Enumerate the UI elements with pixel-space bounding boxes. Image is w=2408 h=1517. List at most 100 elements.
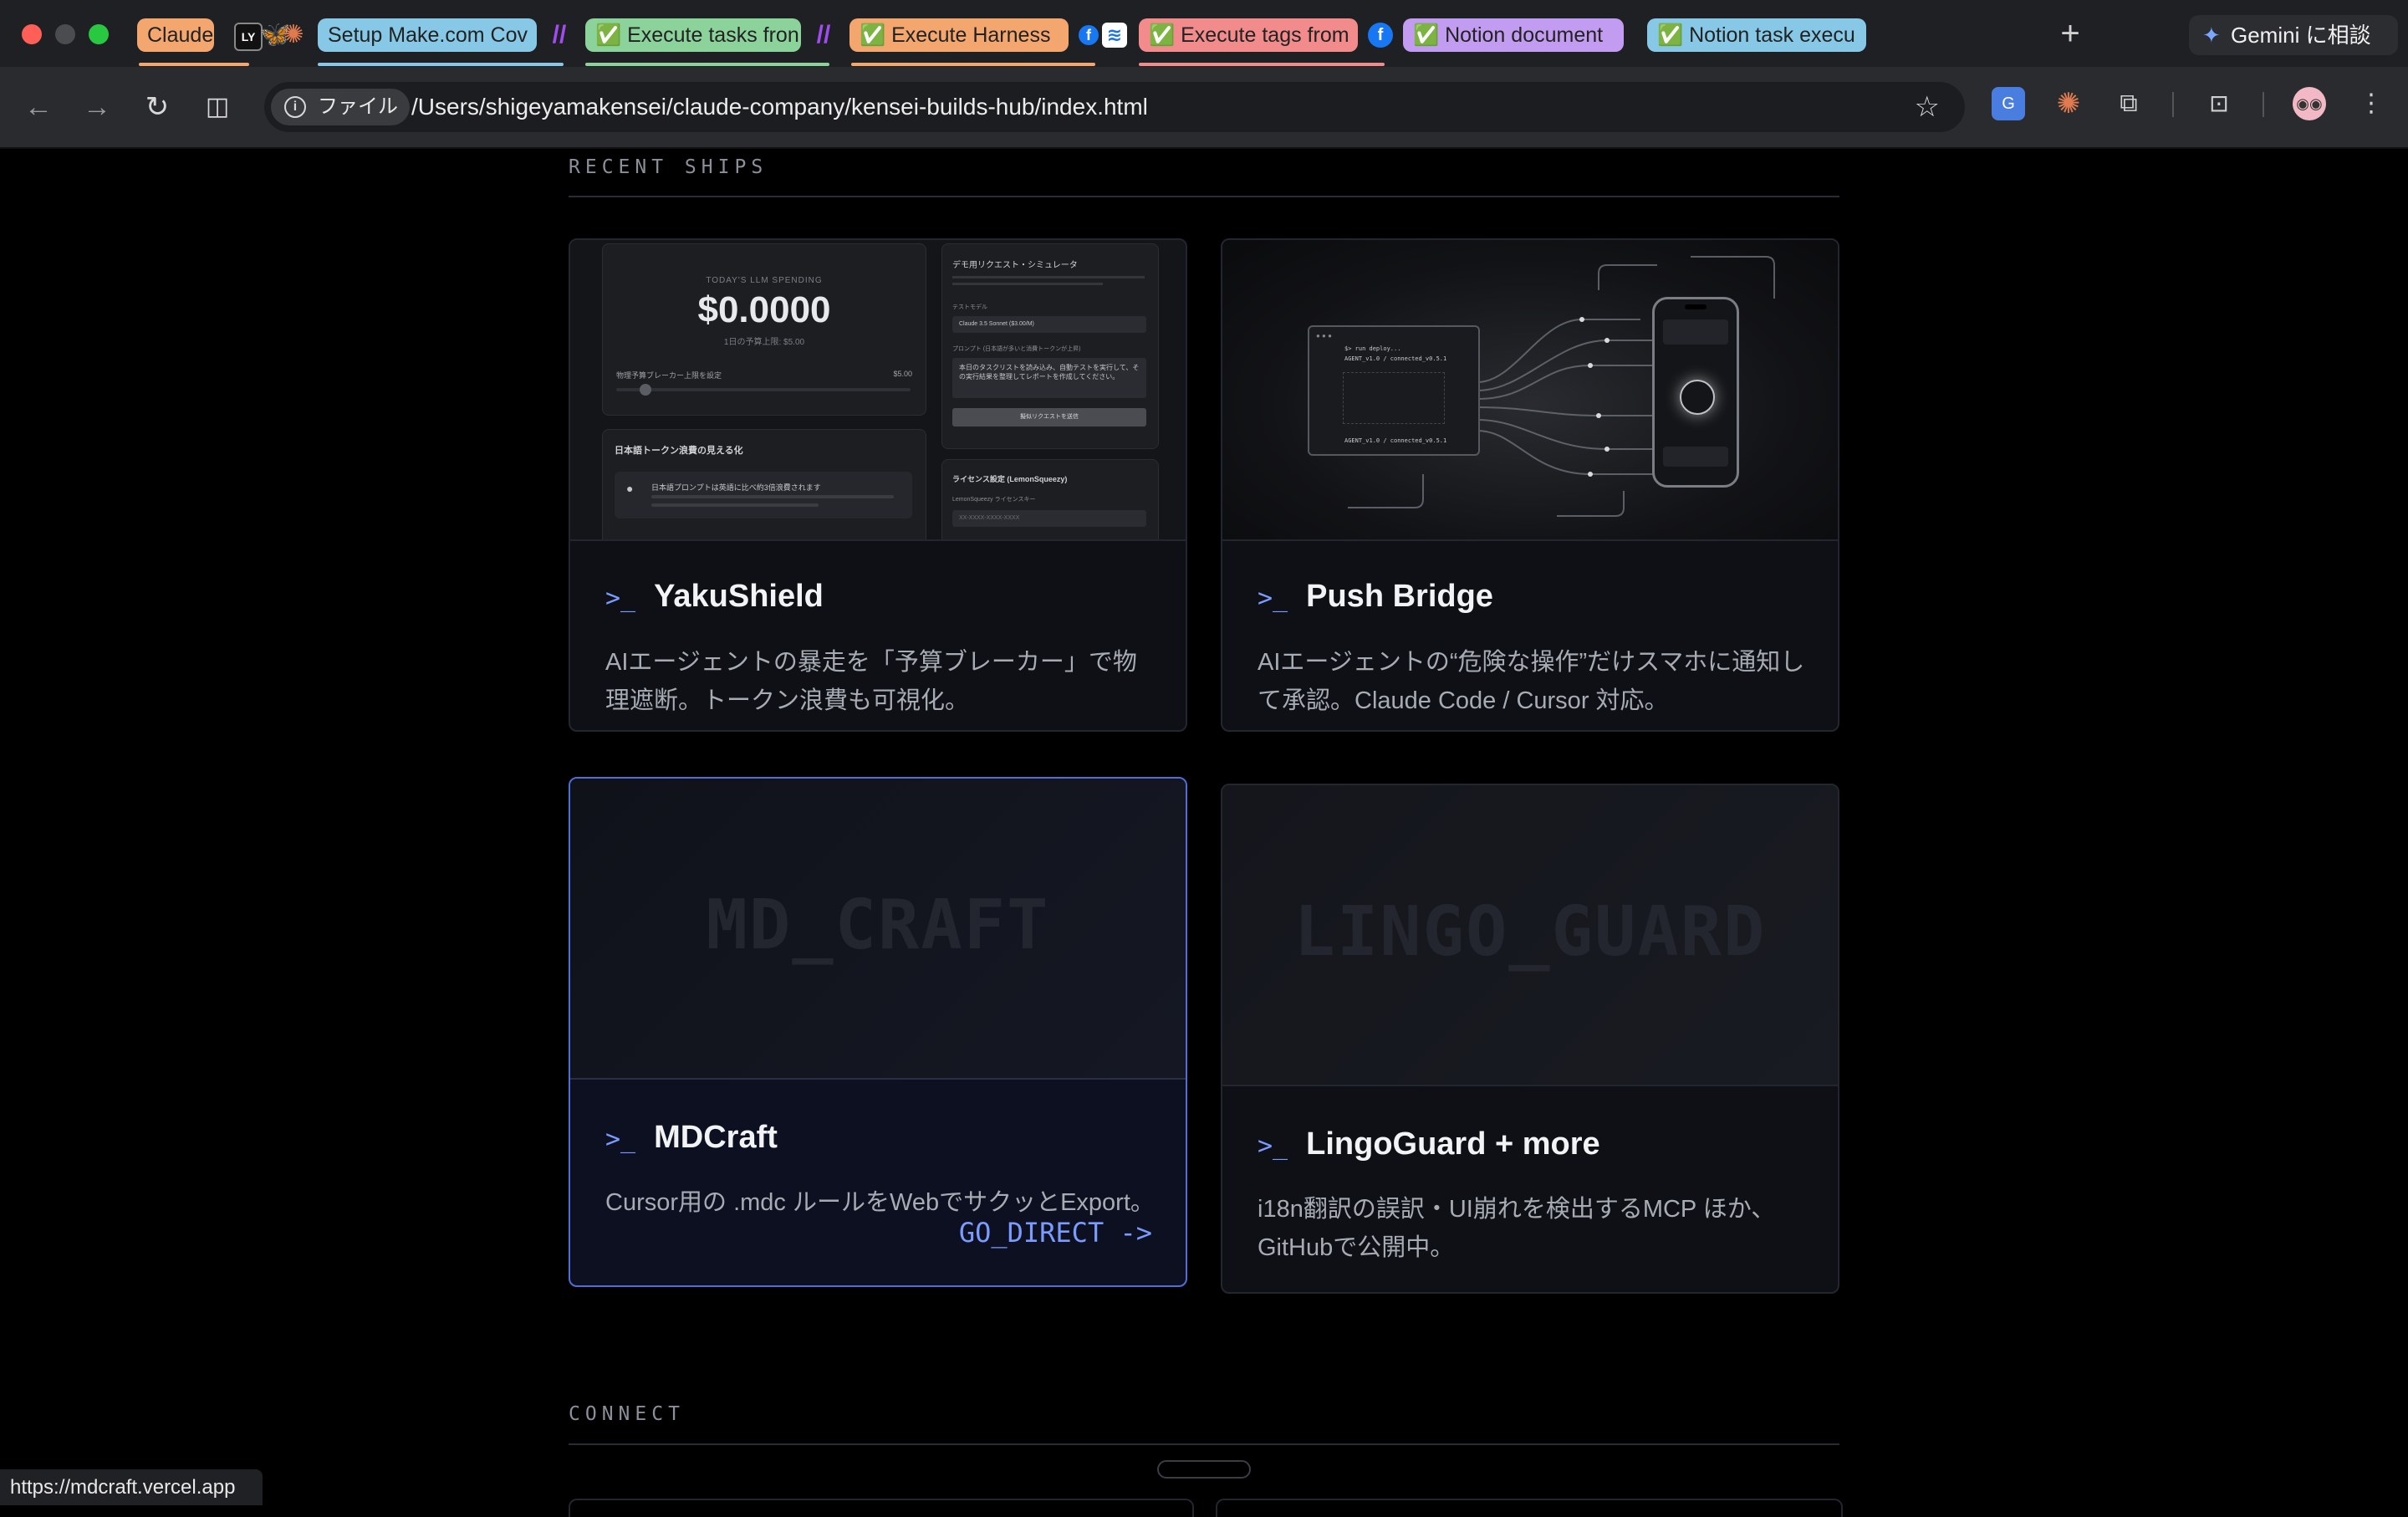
facebook-icon[interactable]: f (1368, 23, 1393, 48)
sim-line (952, 276, 1145, 278)
tab-group-line (1139, 63, 1385, 66)
reload-icon[interactable]: ↻ (137, 87, 177, 127)
placeholder-text: MD_CRAFT (706, 886, 1050, 965)
back-arrow-icon[interactable]: ← (18, 87, 59, 127)
extensions-puzzle-icon[interactable]: ⧉ (2112, 87, 2145, 120)
go-direct-link[interactable]: GO_DIRECT -> (959, 1217, 1152, 1249)
tab-search-icon[interactable]: ⊡ (2202, 87, 2236, 120)
forward-arrow-icon[interactable]: → (77, 87, 117, 127)
window-dots: ● ● ● (1316, 332, 1332, 340)
slider-thumb (640, 384, 651, 396)
terminal-line: AGENT_v1.0 / connected_v0.5.1 (1344, 437, 1447, 444)
terminal-prompt-icon: >_ (605, 584, 636, 613)
simulator-title: デモ用リクエスト・シミュレータ (952, 261, 1078, 270)
gemini-button[interactable]: ✦ Gemini に相談 (2189, 15, 2398, 55)
note-line (651, 503, 819, 507)
link-status-bar: https://mdcraft.vercel.app (0, 1469, 263, 1505)
url-text[interactable]: /Users/shigeyamakensei/claude-company/ke… (411, 82, 1148, 132)
minimize-window-button[interactable] (55, 24, 75, 44)
card-title: >_ MDCraft (605, 1120, 778, 1156)
tab-execute-harness[interactable]: ✅ Execute Harness (849, 18, 1069, 52)
maximize-window-button[interactable] (89, 24, 109, 44)
daily-limit: 1日の予算上限: $5.00 (723, 338, 805, 347)
site-info-chip[interactable]: i ファイル (271, 89, 410, 125)
sim-send-button: 擬似リクエストを送信 (952, 408, 1146, 426)
spending-label: TODAY'S LLM SPENDING (706, 276, 823, 285)
card-title-text: YakuShield (654, 579, 824, 614)
card-title-text: Push Bridge (1306, 579, 1493, 614)
sim-model-select: Claude 3.5 Sonnet ($3.00/M) (952, 316, 1146, 333)
lightbulb-icon: ● (626, 482, 634, 495)
claude-burst-icon[interactable]: ✺ (281, 23, 306, 48)
token-title: 日本語トークン浪費の見える化 (615, 446, 743, 456)
connect-card[interactable] (1216, 1499, 1843, 1517)
profile-avatar[interactable]: ◉◉ (2293, 87, 2326, 120)
tab-label: Claude (147, 23, 214, 47)
info-icon: i (284, 96, 306, 118)
sim-prompt-text: 本日のタスクリストを読み込み、自動テストを実行して、その実行結果を整理してレポー… (952, 358, 1146, 398)
line-yahoo-icon[interactable]: LY (234, 23, 263, 51)
tab-label: Setup Make.com Cov (328, 23, 528, 47)
connect-heading: CONNECT (569, 1403, 685, 1425)
toolbar-divider (2263, 92, 2264, 117)
tab-setup-make[interactable]: Setup Make.com Cov (318, 18, 537, 52)
more-menu-icon[interactable]: ⋮ (2354, 87, 2388, 120)
sim-line (952, 283, 1103, 285)
card-description: AIエージェントの暴走を「予算ブレーカー」で物理遮断。トークン浪費も可視化。 (605, 649, 1137, 714)
card-lingoguard[interactable]: LINGO_GUARD >_ LingoGuard + more i18n翻訳の誤… (1221, 784, 1839, 1294)
tab-notion-document[interactable]: ✅ Notion document (1403, 18, 1624, 52)
bookmark-star-icon[interactable]: ☆ (1915, 82, 1940, 132)
scroll-indicator (1157, 1460, 1251, 1479)
make-icon[interactable]: // (811, 23, 836, 48)
token-note-box: 日本語プロンプトは英語に比べ約3倍浪費されます ● (615, 472, 912, 518)
terminal-line: $> run deploy... (1344, 345, 1401, 352)
license-input: XX-XXXX-XXXX-XXXX (952, 510, 1146, 527)
facebook-icon[interactable]: f (1079, 25, 1099, 45)
breaker-label: 物理予算ブレーカー上限を設定 (616, 371, 722, 380)
stack-icon[interactable]: ≋ (1102, 23, 1127, 48)
close-window-button[interactable] (22, 24, 42, 44)
push-bridge-illustration: ● ● ● $> run deploy... AGENT_v1.0 / conn… (1222, 240, 1838, 541)
section-divider (569, 1443, 1839, 1445)
phone-mockup (1652, 297, 1739, 488)
license-panel: ライセンス設定 (LemonSqueezy) LemonSqueezy ライセン… (941, 459, 1159, 539)
terminal-prompt-icon: >_ (1258, 1131, 1288, 1161)
tab-label: ✅ Execute tags from (1149, 23, 1349, 47)
approve-glow-icon (1680, 380, 1715, 415)
gemini-sparkle-icon: ✦ (2202, 23, 2221, 48)
terminal-prompt-icon: >_ (605, 1125, 636, 1154)
browser-toolbar: ← → ↻ ◫ i ファイル /Users/shigeyamakensei/cl… (0, 67, 2408, 149)
card-description: i18n翻訳の誤訳・UI崩れを検出するMCP ほか、GitHubで公開中。 (1258, 1196, 1776, 1261)
license-label: LemonSqueezy ライセンスキー (952, 497, 1036, 503)
note-line (651, 495, 894, 498)
card-push-bridge[interactable]: ● ● ● $> run deploy... AGENT_v1.0 / conn… (1221, 238, 1839, 732)
card-title: >_ Push Bridge (1258, 579, 1493, 615)
spending-value: $0.0000 (697, 289, 831, 330)
card-title: >_ LingoGuard + more (1258, 1126, 1600, 1162)
tab-execute-tags[interactable]: ✅ Execute tags from (1139, 18, 1358, 52)
new-tab-button[interactable]: + (2052, 15, 2089, 52)
yakushield-screenshot: TODAY'S LLM SPENDING $0.0000 1日の予算上限: $5… (570, 240, 1186, 541)
section-divider (569, 196, 1839, 197)
translate-icon[interactable]: G (1992, 87, 2025, 120)
notification-card (1663, 319, 1728, 345)
card-mdcraft[interactable]: MD_CRAFT >_ MDCraft Cursor用の .mdc ルールをWeb… (569, 777, 1187, 1287)
tab-notion-task[interactable]: ✅ Notion task execu (1647, 18, 1866, 52)
tab-claude[interactable]: Claude (137, 18, 214, 52)
make-icon[interactable]: // (547, 23, 572, 48)
tab-group-line (851, 63, 1095, 66)
card-title-text: LingoGuard + more (1306, 1126, 1600, 1162)
breaker-slider (616, 384, 911, 396)
terminal-body (1343, 372, 1445, 424)
license-title: ライセンス設定 (LemonSqueezy) (952, 475, 1068, 483)
tab-execute-tasks[interactable]: ✅ Execute tasks fron (585, 18, 801, 52)
card-title-text: MDCraft (654, 1120, 778, 1155)
token-panel: 日本語トークン浪費の見える化 日本語プロンプトは英語に比べ約3倍浪費されます ● (602, 429, 926, 539)
connect-card[interactable] (569, 1499, 1194, 1517)
tab-label: ✅ Execute tasks fron (595, 23, 799, 47)
claude-extension-icon[interactable]: ✺ (2052, 87, 2085, 120)
split-view-icon[interactable]: ◫ (197, 87, 237, 127)
address-bar[interactable]: i ファイル /Users/shigeyamakensei/claude-com… (264, 82, 1965, 132)
simulator-panel: デモ用リクエスト・シミュレータ テストモデル Claude 3.5 Sonnet… (941, 243, 1159, 449)
card-yakushield[interactable]: TODAY'S LLM SPENDING $0.0000 1日の予算上限: $5… (569, 238, 1187, 732)
